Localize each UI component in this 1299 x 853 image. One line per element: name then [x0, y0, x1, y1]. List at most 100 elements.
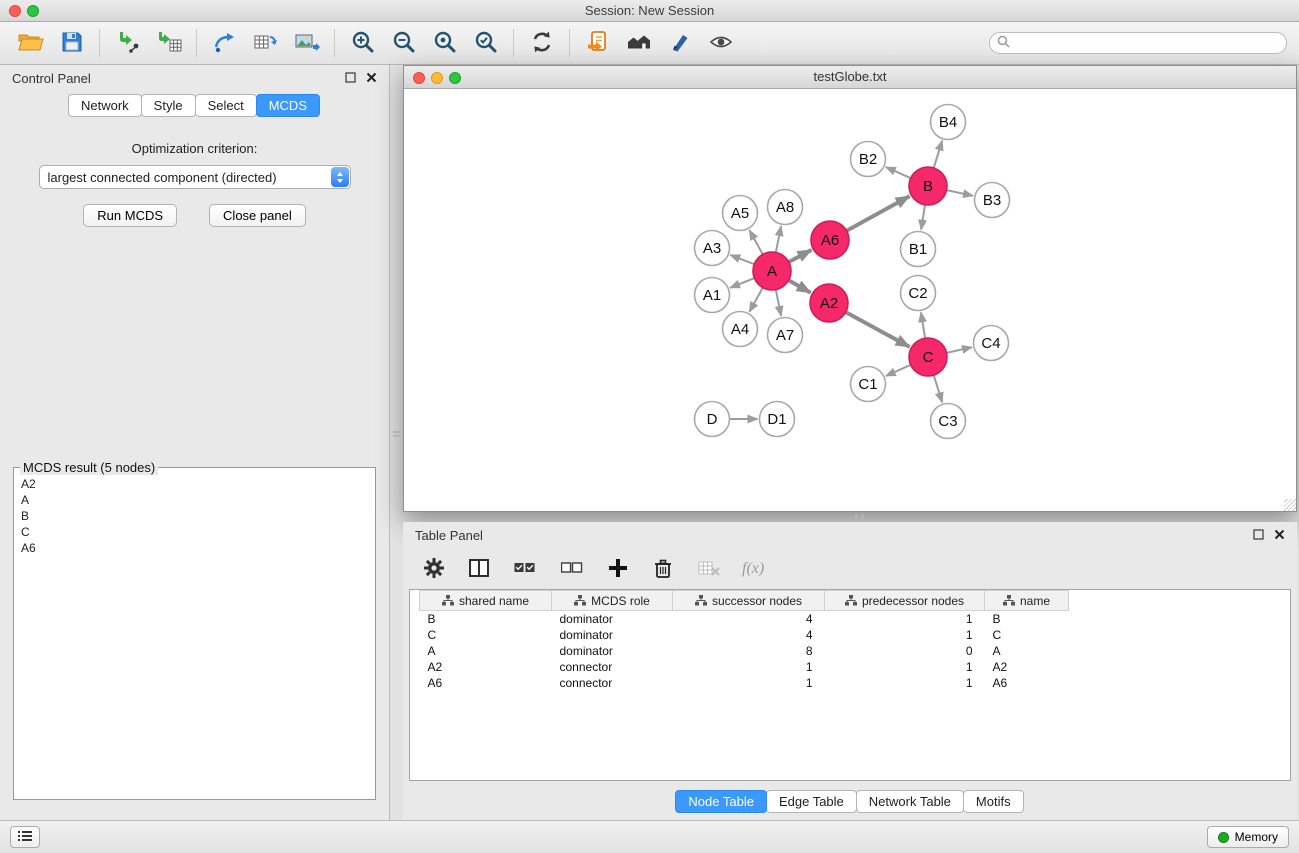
column-header-predecessor-nodes[interactable]: predecessor nodes: [825, 591, 985, 611]
node-B4[interactable]: B4: [931, 105, 966, 140]
edge-C-C2[interactable]: [921, 312, 925, 338]
search-input[interactable]: [1015, 36, 1279, 50]
export-document-button[interactable]: [579, 27, 616, 59]
node-A5[interactable]: A5: [723, 196, 758, 231]
search-field[interactable]: [989, 32, 1287, 54]
table-cell[interactable]: 0: [825, 643, 985, 659]
network-canvas[interactable]: B4B2BB3A5A8A6B1A3AC2A1A2A4A7C1CC4C3DD1: [404, 89, 1296, 511]
node-A3[interactable]: A3: [695, 231, 730, 266]
tab-network[interactable]: Network: [68, 94, 142, 117]
edge-C-C4[interactable]: [947, 347, 973, 353]
edge-A-A8[interactable]: [776, 226, 781, 252]
table-cell[interactable]: B: [985, 611, 1069, 627]
vertical-splitter-handle[interactable]: [393, 431, 400, 437]
table-cell[interactable]: A: [420, 643, 552, 659]
criterion-dropdown[interactable]: largest connected component (directed): [39, 165, 351, 189]
table-cell[interactable]: B: [420, 611, 552, 627]
deselect-all-button[interactable]: [558, 553, 586, 585]
table-cell[interactable]: A6: [985, 675, 1069, 691]
close-panel-button[interactable]: Close panel: [209, 204, 306, 227]
table-cell[interactable]: 1: [825, 611, 985, 627]
task-history-button[interactable]: [10, 826, 40, 848]
tab-edge-table[interactable]: Edge Table: [766, 790, 857, 813]
import-network-button[interactable]: [109, 27, 146, 59]
node-C[interactable]: C: [909, 338, 947, 376]
node-A2[interactable]: A2: [810, 284, 848, 322]
new-network-button[interactable]: [206, 27, 243, 59]
result-item[interactable]: A2: [18, 476, 371, 492]
tab-mcds[interactable]: MCDS: [256, 94, 320, 117]
delete-table-button[interactable]: [695, 553, 723, 585]
table-cell[interactable]: C: [420, 627, 552, 643]
edge-B-B1[interactable]: [921, 205, 925, 230]
table-settings-button[interactable]: [421, 553, 447, 585]
table-cell[interactable]: connector: [552, 659, 673, 675]
edge-A-A1[interactable]: [730, 278, 754, 288]
zoom-selected-button[interactable]: [467, 27, 504, 59]
table-row[interactable]: A6connector11A6: [420, 675, 1069, 691]
edge-B-B2[interactable]: [886, 167, 911, 178]
table-row[interactable]: A2connector11A2: [420, 659, 1069, 675]
result-item[interactable]: C: [18, 524, 371, 540]
show-columns-button[interactable]: [466, 553, 492, 585]
show-hide-button[interactable]: [702, 27, 739, 59]
close-panel-icon[interactable]: [366, 71, 377, 86]
table-cell[interactable]: dominator: [552, 643, 673, 659]
result-item[interactable]: B: [18, 508, 371, 524]
node-A7[interactable]: A7: [768, 318, 803, 353]
column-header-mcds-role[interactable]: MCDS role: [552, 591, 673, 611]
node-B2[interactable]: B2: [851, 142, 886, 177]
node-A1[interactable]: A1: [695, 278, 730, 313]
horizontal-splitter-handle[interactable]: [855, 514, 864, 520]
node-A[interactable]: A: [753, 252, 791, 290]
table-cell[interactable]: 1: [825, 659, 985, 675]
new-table-button[interactable]: [247, 27, 284, 59]
table-cell[interactable]: 1: [673, 659, 825, 675]
table-cell[interactable]: A6: [420, 675, 552, 691]
table-cell[interactable]: A2: [985, 659, 1069, 675]
table-cell[interactable]: C: [985, 627, 1069, 643]
edge-A-A5[interactable]: [749, 230, 762, 254]
table-cell[interactable]: connector: [552, 675, 673, 691]
edge-A-A6[interactable]: [789, 250, 812, 262]
node-C4[interactable]: C4: [974, 326, 1009, 361]
table-cell[interactable]: 1: [825, 675, 985, 691]
float-panel-icon[interactable]: [1253, 528, 1264, 543]
network-minimize-button[interactable]: [431, 72, 443, 84]
network-close-button[interactable]: [413, 72, 425, 84]
node-A8[interactable]: A8: [768, 190, 803, 225]
edge-C-C1[interactable]: [886, 365, 911, 376]
result-item[interactable]: A: [18, 492, 371, 508]
result-item[interactable]: A6: [18, 540, 371, 556]
export-image-button[interactable]: [288, 27, 325, 59]
table-row[interactable]: Cdominator41C: [420, 627, 1069, 643]
edge-A-A3[interactable]: [730, 255, 754, 264]
open-session-button[interactable]: [12, 27, 49, 59]
tab-node-table[interactable]: Node Table: [675, 790, 767, 813]
delete-row-button[interactable]: [650, 553, 676, 585]
zoom-out-button[interactable]: [385, 27, 422, 59]
save-session-button[interactable]: [53, 27, 90, 59]
zoom-window-button[interactable]: [27, 5, 39, 17]
close-panel-icon[interactable]: [1274, 528, 1285, 543]
refresh-layout-button[interactable]: [523, 27, 560, 59]
select-all-button[interactable]: [511, 553, 539, 585]
column-header-successor-nodes[interactable]: successor nodes: [673, 591, 825, 611]
zoom-in-button[interactable]: [344, 27, 381, 59]
node-B3[interactable]: B3: [975, 183, 1010, 218]
table-cell[interactable]: 1: [673, 675, 825, 691]
table-cell[interactable]: A2: [420, 659, 552, 675]
add-row-button[interactable]: [605, 553, 631, 585]
run-mcds-button[interactable]: Run MCDS: [83, 204, 177, 227]
edge-A-A2[interactable]: [789, 280, 811, 292]
zoom-fit-button[interactable]: [426, 27, 463, 59]
table-cell[interactable]: dominator: [552, 611, 673, 627]
edge-A-A7[interactable]: [776, 290, 781, 316]
network-zoom-button[interactable]: [449, 72, 461, 84]
tab-style[interactable]: Style: [141, 94, 196, 117]
apply-style-button[interactable]: [661, 27, 698, 59]
edge-A6-B[interactable]: [847, 196, 910, 231]
table-cell[interactable]: A: [985, 643, 1069, 659]
edge-A-A4[interactable]: [749, 288, 762, 312]
table-cell[interactable]: 4: [673, 611, 825, 627]
